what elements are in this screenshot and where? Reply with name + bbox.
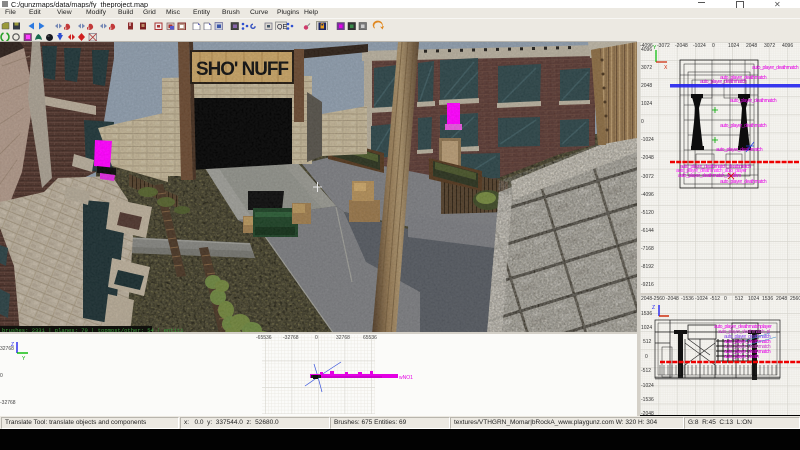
svg-text:512: 512 xyxy=(735,296,744,302)
svg-text:-1024: -1024 xyxy=(641,137,654,143)
svg-text:65536: 65536 xyxy=(363,335,377,341)
svg-text:auto_player_deathmatch: auto_player_deathmatch xyxy=(716,147,763,153)
svg-text:32768: 32768 xyxy=(0,346,14,352)
svg-text:4096: 4096 xyxy=(782,43,793,49)
svg-text:2560: 2560 xyxy=(790,296,800,302)
svg-text:1536: 1536 xyxy=(641,311,652,317)
svg-text:-2048: -2048 xyxy=(675,43,688,49)
svg-text:auto_player_death: auto_player_death xyxy=(724,354,759,360)
svg-text:3072: 3072 xyxy=(764,43,775,49)
svg-text:-1536: -1536 xyxy=(681,296,694,302)
svg-text:0: 0 xyxy=(712,43,715,49)
svg-text:auto_player_deathmatch: auto_player_deathmatch xyxy=(752,65,799,71)
svg-text:-32768: -32768 xyxy=(0,400,16,406)
svg-text:-3072: -3072 xyxy=(657,43,670,49)
svg-text:-2048: -2048 xyxy=(641,411,654,415)
svg-text:1536: 1536 xyxy=(762,296,773,302)
svg-text:-65536: -65536 xyxy=(256,335,272,341)
svg-text:2048: 2048 xyxy=(746,43,757,49)
svg-text:-2048: -2048 xyxy=(666,296,679,302)
svg-text:1024: 1024 xyxy=(728,43,739,49)
svg-text:2048: 2048 xyxy=(641,83,652,89)
svg-text:4096: 4096 xyxy=(641,47,652,53)
svg-text:-512: -512 xyxy=(641,368,651,374)
svg-text:1024: 1024 xyxy=(748,296,759,302)
svg-text:3072: 3072 xyxy=(641,65,652,71)
svg-text:-32768: -32768 xyxy=(283,335,299,341)
svg-text:-8192: -8192 xyxy=(641,264,654,270)
svg-text:0: 0 xyxy=(641,119,644,125)
svg-text:-2048: -2048 xyxy=(641,155,654,161)
svg-text:-2560: -2560 xyxy=(652,296,665,302)
svg-text:-3072: -3072 xyxy=(641,174,654,180)
svg-text:auto_player_deathmatch: auto_player_deathmatch xyxy=(730,98,777,104)
svg-text:-6144: -6144 xyxy=(641,228,654,234)
svg-text:-4096: -4096 xyxy=(641,192,654,198)
svg-text:0: 0 xyxy=(645,354,648,360)
svg-text:auto_player_deathmatch: auto_player_deathmatch xyxy=(720,123,767,129)
svg-text:-1024: -1024 xyxy=(695,296,708,302)
svg-text:-5120: -5120 xyxy=(641,210,654,216)
svg-text:-1024: -1024 xyxy=(641,383,654,389)
svg-text:auto_player_deathmatch: auto_player_deathmatch xyxy=(720,179,767,185)
svg-text:1024: 1024 xyxy=(641,325,652,331)
svg-text:-7168: -7168 xyxy=(641,246,654,252)
svg-text:-1536: -1536 xyxy=(641,397,654,403)
svg-text:1024: 1024 xyxy=(641,101,652,107)
svg-text:2048: 2048 xyxy=(776,296,787,302)
svg-text:0: 0 xyxy=(724,296,727,302)
svg-text:2048: 2048 xyxy=(641,296,652,302)
svg-text:wNO1: wNO1 xyxy=(399,375,413,381)
svg-text:-1024: -1024 xyxy=(693,43,706,49)
svg-text:0: 0 xyxy=(0,373,3,379)
svg-text:-512: -512 xyxy=(710,296,720,302)
svg-text:512: 512 xyxy=(643,339,652,345)
svg-text:Z: Z xyxy=(652,305,655,311)
svg-text:32768: 32768 xyxy=(336,335,350,341)
svg-text:0: 0 xyxy=(315,335,318,341)
svg-text:-9216: -9216 xyxy=(641,282,654,288)
